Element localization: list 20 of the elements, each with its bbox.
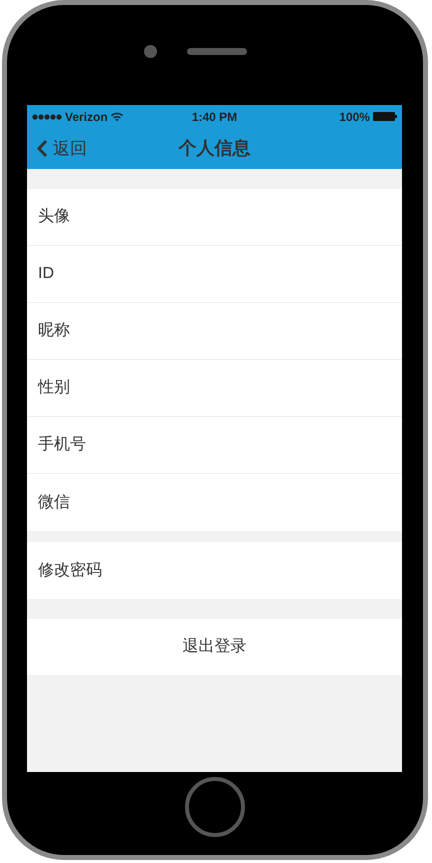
status-time: 1:40 PM <box>192 108 238 126</box>
back-button[interactable]: 返回 <box>37 136 87 162</box>
settings-row[interactable]: 昵称 <box>27 303 402 360</box>
camera-icon <box>144 45 156 58</box>
wifi-icon <box>110 112 123 121</box>
settings-row[interactable]: 修改密码 <box>27 542 402 599</box>
settings-row[interactable]: 手机号 <box>27 417 402 474</box>
battery-percent: 100% <box>339 108 370 126</box>
speaker-icon <box>186 48 246 55</box>
settings-row[interactable]: ID <box>27 246 402 303</box>
battery-icon <box>372 112 397 121</box>
home-button[interactable] <box>185 777 245 837</box>
settings-row[interactable]: 头像 <box>27 189 402 246</box>
settings-row[interactable]: 微信 <box>27 474 402 531</box>
signal-icon <box>32 114 62 120</box>
logout-button[interactable]: 退出登录 <box>27 619 402 675</box>
carrier-name: Verizon <box>65 108 108 126</box>
settings-row[interactable]: 性别 <box>27 360 402 417</box>
page-title: 个人信息 <box>178 137 250 160</box>
chevron-left-icon <box>37 139 48 158</box>
